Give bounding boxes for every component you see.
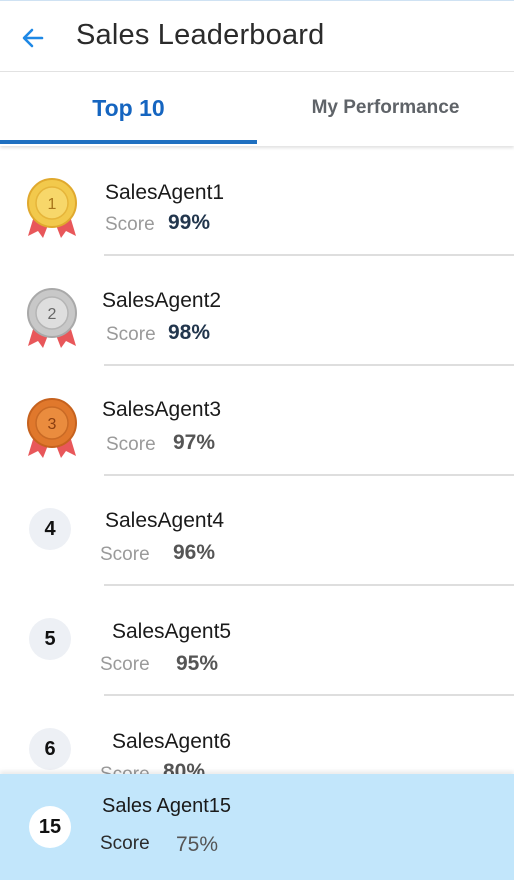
leaderboard-row[interactable]: 5 SalesAgent5 Score 95%: [0, 586, 514, 696]
leaderboard-row[interactable]: 1 SalesAgent1 Score 99%: [0, 146, 514, 256]
current-user-rank-badge: 15: [29, 806, 71, 848]
app-header: Sales Leaderboard: [0, 0, 514, 72]
leaderboard-row[interactable]: 2 SalesAgent2 Score 98%: [0, 256, 514, 366]
current-user-score-label: Score: [100, 833, 150, 854]
arrow-left-icon: [22, 28, 44, 48]
score-label: Score: [106, 324, 156, 345]
current-user-score-value: 75%: [176, 833, 219, 856]
medal-rank: 2: [48, 306, 57, 323]
medal-rank: 1: [48, 196, 57, 213]
rank-badge: 5: [29, 618, 71, 660]
rank-badge: 4: [29, 508, 71, 550]
silver-medal-icon: 2: [27, 288, 77, 348]
page-title: Sales Leaderboard: [76, 19, 325, 51]
medal-rank: 3: [48, 416, 57, 433]
current-user-rank-bar[interactable]: 15 Sales Agent15 Score 75%: [0, 774, 514, 880]
agent-name: SalesAgent1: [105, 181, 225, 204]
rank-badge: 6: [29, 728, 71, 770]
tab-top-10[interactable]: Top 10: [0, 72, 257, 144]
score-value: 96%: [173, 541, 216, 564]
agent-name: SalesAgent5: [112, 620, 232, 643]
leaderboard-row[interactable]: 3 SalesAgent3 Score 97%: [0, 366, 514, 476]
agent-name: SalesAgent3: [102, 398, 222, 421]
score-label: Score: [100, 544, 150, 565]
agent-name: SalesAgent4: [105, 509, 225, 532]
bronze-medal-icon: 3: [27, 398, 77, 458]
current-user-name: Sales Agent15: [102, 795, 231, 817]
tab-my-performance[interactable]: My Performance: [257, 72, 514, 144]
gold-medal-icon: 1: [27, 178, 77, 238]
score-value: 97%: [173, 431, 216, 454]
score-label: Score: [105, 214, 155, 235]
score-label: Score: [106, 434, 156, 455]
score-value: 98%: [168, 321, 211, 344]
leaderboard-row[interactable]: 4 SalesAgent4 Score 96%: [0, 476, 514, 586]
agent-name: SalesAgent2: [102, 289, 222, 312]
back-button[interactable]: [18, 23, 48, 53]
score-label: Score: [100, 654, 150, 675]
active-tab-indicator: [0, 140, 257, 144]
tab-bar: Top 10 My Performance: [0, 72, 514, 146]
score-value: 99%: [168, 211, 211, 234]
score-value: 95%: [176, 652, 219, 675]
agent-name: SalesAgent6: [112, 730, 232, 753]
